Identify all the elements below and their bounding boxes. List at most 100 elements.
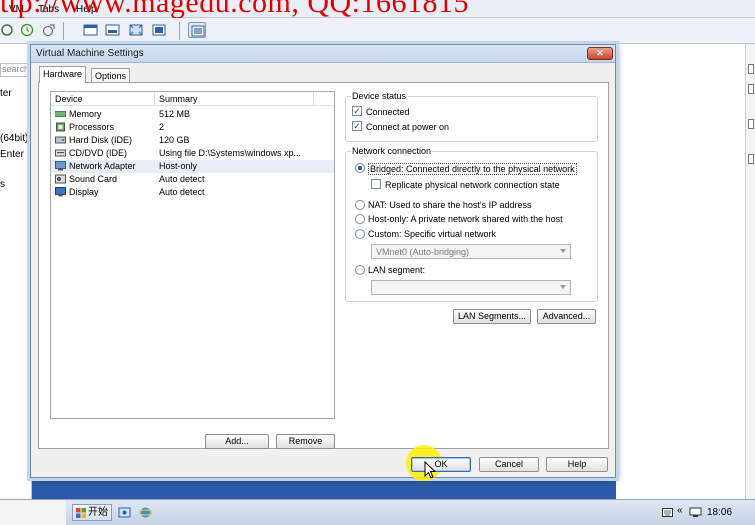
device-summary: Host-only bbox=[159, 161, 198, 171]
close-icon: ✕ bbox=[596, 48, 604, 58]
tab-options[interactable]: Options bbox=[91, 68, 131, 83]
cd-dvd-icon bbox=[55, 148, 66, 158]
bridged-label: Bridged: Connected directly to the physi… bbox=[368, 163, 577, 175]
device-name: Memory bbox=[69, 109, 102, 119]
library-item[interactable]: (64bit) bbox=[0, 133, 28, 144]
device-name: Display bbox=[69, 187, 99, 197]
taskbar: 开始 « 18:06 bbox=[0, 499, 755, 525]
custom-label: Custom: Specific virtual network bbox=[368, 229, 497, 239]
device-row[interactable]: Processors 2 bbox=[51, 121, 334, 134]
library-item[interactable]: s bbox=[0, 179, 5, 190]
device-list-header: Device Summary bbox=[51, 92, 334, 106]
connect-at-power-on-checkbox[interactable]: ✓ bbox=[352, 121, 362, 131]
memory-icon bbox=[55, 109, 66, 119]
snapshot-manager-icon[interactable] bbox=[40, 22, 58, 38]
outer-toolbar bbox=[0, 18, 755, 44]
network-connection-group: Network connection Bridged: Connected di… bbox=[345, 146, 598, 302]
network-connection-label: Network connection bbox=[351, 146, 433, 156]
device-name: Sound Card bbox=[69, 174, 118, 184]
device-summary: 120 GB bbox=[159, 135, 190, 145]
nat-radio[interactable] bbox=[355, 200, 365, 210]
library-item[interactable]: Enter bbox=[0, 149, 24, 160]
vm-background-area bbox=[616, 44, 755, 499]
view-console-icon[interactable] bbox=[82, 22, 100, 38]
unity-icon[interactable] bbox=[150, 22, 168, 38]
cancel-button[interactable]: Cancel bbox=[479, 457, 539, 472]
advanced-button[interactable]: Advanced... bbox=[537, 309, 596, 324]
connect-at-power-on-label: Connect at power on bbox=[366, 122, 450, 132]
sidebar-tool-icon[interactable] bbox=[748, 84, 754, 94]
column-device-header[interactable]: Device bbox=[55, 94, 83, 104]
device-name: Network Adapter bbox=[69, 161, 136, 171]
lan-segment-radio[interactable] bbox=[355, 265, 365, 275]
keyboard-icon[interactable] bbox=[662, 507, 673, 518]
dialog-titlebar[interactable]: Virtual Machine Settings ✕ bbox=[31, 45, 615, 63]
connected-label: Connected bbox=[366, 107, 410, 117]
full-screen-icon[interactable] bbox=[127, 22, 145, 38]
remove-button[interactable]: Remove bbox=[276, 434, 335, 449]
display-icon bbox=[55, 187, 66, 197]
custom-network-value: VMnet0 (Auto-bridging) bbox=[376, 247, 470, 257]
sidebar-tool-icon[interactable] bbox=[748, 64, 754, 74]
connected-checkbox[interactable]: ✓ bbox=[352, 106, 362, 116]
device-summary: 512 MB bbox=[159, 109, 191, 119]
device-row[interactable]: Memory 512 MB bbox=[51, 108, 334, 121]
column-summary-header[interactable]: Summary bbox=[159, 94, 198, 104]
chevron-down-icon bbox=[560, 285, 566, 289]
lan-segments-button[interactable]: LAN Segments... bbox=[453, 309, 531, 324]
ok-button[interactable]: OK bbox=[411, 457, 471, 472]
lan-segment-select[interactable] bbox=[371, 280, 571, 295]
start-button[interactable]: 开始 bbox=[72, 504, 112, 521]
show-desktop-icon[interactable] bbox=[118, 506, 131, 519]
hardware-tab-panel: Device Summary Memory 512 MB Processors 2 Ha… bbox=[38, 82, 609, 449]
console-view-icon[interactable] bbox=[188, 22, 206, 38]
windows-flag-icon bbox=[76, 508, 86, 518]
mouse-pointer-icon bbox=[424, 461, 437, 479]
view-thumbnail-icon[interactable] bbox=[104, 22, 122, 38]
start-label: 开始 bbox=[88, 507, 108, 518]
custom-radio[interactable] bbox=[355, 229, 365, 239]
device-row[interactable]: Display Auto detect bbox=[51, 186, 334, 199]
device-name: Processors bbox=[69, 122, 115, 132]
chevron-down-icon bbox=[560, 249, 566, 253]
device-row[interactable]: Sound Card Auto detect bbox=[51, 173, 334, 186]
help-button[interactable]: Help bbox=[546, 457, 608, 472]
device-summary: Auto detect bbox=[159, 187, 205, 197]
watermark-text: ttp://www.magedu.com, QQ:1661815 bbox=[0, 0, 470, 19]
snapshot-icon[interactable] bbox=[18, 22, 36, 38]
device-status-label: Device status bbox=[351, 91, 408, 101]
hard-disk-icon bbox=[55, 135, 66, 145]
tray-expand-icon[interactable]: « bbox=[677, 505, 683, 516]
bridged-radio[interactable] bbox=[355, 163, 365, 173]
tab-hardware[interactable]: Hardware bbox=[39, 66, 87, 83]
taskbar-left-area bbox=[0, 500, 66, 525]
host-only-radio[interactable] bbox=[355, 214, 365, 224]
replicate-state-checkbox[interactable] bbox=[371, 179, 381, 189]
replicate-state-label: Replicate physical network connection st… bbox=[385, 180, 560, 190]
lan-segment-label: LAN segment: bbox=[368, 265, 426, 275]
device-row[interactable]: Hard Disk (IDE) 120 GB bbox=[51, 134, 334, 147]
internet-explorer-icon[interactable] bbox=[139, 506, 152, 519]
network-adapter-icon bbox=[55, 161, 66, 171]
toolbar-separator bbox=[63, 22, 64, 40]
close-button[interactable]: ✕ bbox=[587, 47, 613, 60]
library-item[interactable]: ter bbox=[0, 88, 12, 99]
device-status-group: Device status ✓ Connected ✓ Connect at p… bbox=[345, 91, 598, 142]
nat-label: NAT: Used to share the host's IP address bbox=[368, 200, 532, 210]
host-only-label: Host-only: A private network shared with… bbox=[368, 214, 563, 224]
custom-network-select[interactable]: VMnet0 (Auto-bridging) bbox=[371, 244, 571, 259]
device-summary: Using file D:\Systems\windows xp... bbox=[159, 148, 302, 158]
add-button[interactable]: Add... bbox=[205, 434, 269, 449]
power-icon[interactable] bbox=[0, 22, 18, 38]
sidebar-tool-icon[interactable] bbox=[748, 154, 754, 164]
device-row[interactable]: CD/DVD (IDE) Using file D:\Systems\window… bbox=[51, 147, 334, 160]
device-summary: 2 bbox=[159, 122, 165, 132]
sidebar-tool-icon[interactable] bbox=[748, 119, 754, 129]
device-row[interactable]: Network Adapter Host-only bbox=[51, 160, 334, 173]
processor-icon bbox=[55, 122, 66, 132]
network-tray-icon[interactable] bbox=[689, 507, 702, 518]
system-clock: 18:06 bbox=[707, 507, 733, 518]
vm-settings-dialog: Virtual Machine Settings ✕ Hardware Opti… bbox=[30, 44, 616, 481]
library-search-input[interactable]: search bbox=[0, 63, 31, 77]
toolbar-separator bbox=[179, 22, 180, 40]
